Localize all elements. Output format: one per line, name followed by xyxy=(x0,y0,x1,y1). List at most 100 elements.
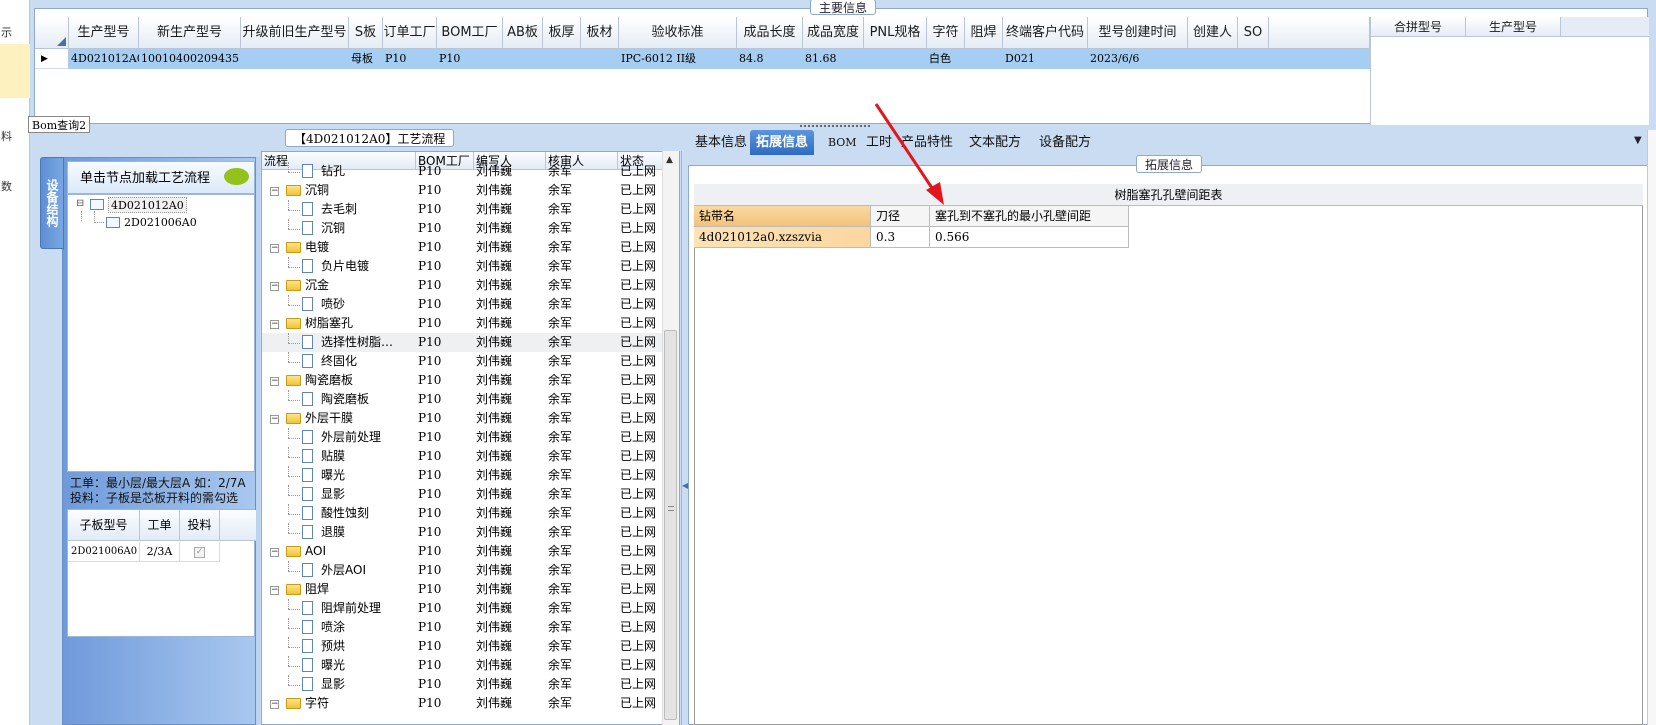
tab-overflow-icon[interactable]: ▼ xyxy=(1634,135,1642,146)
flow-row[interactable]: 曝光 P10 刘伟巍 余军 已上网 xyxy=(262,466,663,485)
main-row-cell[interactable]: D021 xyxy=(1003,49,1088,69)
main-row-cell[interactable] xyxy=(965,49,1003,69)
merge-model-header[interactable]: 合拼型号 xyxy=(1371,17,1466,37)
main-col-header[interactable]: PNL规格 xyxy=(864,17,927,49)
flow-row[interactable]: 喷砂 P10 刘伟巍 余军 已上网 xyxy=(262,295,663,314)
main-row-cell[interactable]: P10 xyxy=(437,49,503,69)
main-col-header[interactable]: 升级前旧生产型号 xyxy=(241,17,349,49)
main-row-cell[interactable] xyxy=(543,49,581,69)
flow-row[interactable]: − 沉铜 P10 刘伟巍 余军 已上网 xyxy=(262,181,663,200)
sub-board-model-cell[interactable]: 2D021006A0 xyxy=(68,542,140,562)
flow-row[interactable]: − 阻焊 P10 刘伟巍 余军 已上网 xyxy=(262,580,663,599)
flow-row[interactable]: − 外层干膜 P10 刘伟巍 余军 已上网 xyxy=(262,409,663,428)
flow-collapse-toggle[interactable]: − xyxy=(270,548,279,557)
flow-row[interactable]: 去毛刺 P10 刘伟巍 余军 已上网 xyxy=(262,200,663,219)
main-col-header[interactable]: SO xyxy=(1238,17,1269,49)
main-col-header[interactable]: 成品宽度 xyxy=(803,17,864,49)
tab-6[interactable]: 设备配方 xyxy=(1033,130,1097,155)
flow-collapse-toggle[interactable]: − xyxy=(270,377,279,386)
main-row-cell[interactable] xyxy=(1188,49,1238,69)
grid-corner[interactable] xyxy=(35,17,69,49)
tab-5[interactable]: 文本配方 xyxy=(963,130,1027,155)
left-splitter[interactable] xyxy=(256,157,260,725)
main-row-cell[interactable]: 4D021012A0 xyxy=(69,49,139,69)
main-row-cell[interactable]: 81.68 xyxy=(803,49,864,69)
flow-row[interactable]: − 树脂塞孔 P10 刘伟巍 余军 已上网 xyxy=(262,314,663,333)
main-row-cell[interactable]: 2023/6/6 xyxy=(1088,49,1188,69)
flow-row[interactable]: 选择性树脂… P10 刘伟巍 余军 已上网 xyxy=(262,333,663,352)
flow-row[interactable]: 退膜 P10 刘伟巍 余军 已上网 xyxy=(262,523,663,542)
main-row-cell[interactable]: 84.8 xyxy=(737,49,803,69)
main-col-header[interactable]: AB板 xyxy=(503,17,543,49)
flow-row[interactable]: 显影 P10 刘伟巍 余军 已上网 xyxy=(262,485,663,504)
main-col-header[interactable]: 板材 xyxy=(581,17,619,49)
device-structure-tab[interactable]: 设备结构 xyxy=(40,157,64,249)
flow-row[interactable]: 预烘 P10 刘伟巍 余军 已上网 xyxy=(262,637,663,656)
main-col-header[interactable]: 成品长度 xyxy=(737,17,803,49)
flow-row[interactable]: 曝光 P10 刘伟巍 余军 已上网 xyxy=(262,656,663,675)
flow-row[interactable]: 钻孔 P10 刘伟巍 余军 已上网 xyxy=(262,162,663,181)
tab-1[interactable]: 拓展信息 xyxy=(750,130,815,155)
flow-collapse-toggle[interactable]: − xyxy=(270,320,279,329)
flow-row[interactable]: 负片电镀 P10 刘伟巍 余军 已上网 xyxy=(262,257,663,276)
flow-row[interactable]: 显影 P10 刘伟巍 余军 已上网 xyxy=(262,675,663,694)
order-cell[interactable]: 2/3A xyxy=(140,542,180,562)
main-col-header[interactable]: 新生产型号 xyxy=(139,17,241,49)
flow-row[interactable]: 终固化 P10 刘伟巍 余军 已上网 xyxy=(262,352,663,371)
flow-row[interactable]: 酸性蚀刻 P10 刘伟巍 余军 已上网 xyxy=(262,504,663,523)
main-col-header[interactable]: 阻焊 xyxy=(965,17,1003,49)
tab-0[interactable]: 基本信息 xyxy=(689,130,753,155)
main-col-header[interactable]: 创建人 xyxy=(1188,17,1238,49)
flow-row[interactable]: − AOI P10 刘伟巍 余军 已上网 xyxy=(262,542,663,561)
sub-board-model-header[interactable]: 子板型号 xyxy=(68,510,140,541)
drill-header-tool[interactable]: 刀径 xyxy=(871,206,930,227)
main-row-cell[interactable]: 母板 xyxy=(349,49,383,69)
merge-production-model-header[interactable]: 生产型号 xyxy=(1466,17,1561,37)
feed-checkbox[interactable]: ✓ xyxy=(194,547,205,558)
feed-header[interactable]: 投料 xyxy=(180,510,220,541)
scroll-up-icon[interactable]: ▲ xyxy=(666,155,673,165)
drill-cell-tool[interactable]: 0.3 xyxy=(871,227,930,248)
flow-row[interactable]: − 陶瓷磨板 P10 刘伟巍 余军 已上网 xyxy=(262,371,663,390)
flow-collapse-toggle[interactable]: − xyxy=(270,282,279,291)
drill-cell-spacing[interactable]: 0.566 xyxy=(930,227,1129,248)
flow-row[interactable]: 喷涂 P10 刘伟巍 余军 已上网 xyxy=(262,618,663,637)
flow-collapse-toggle[interactable]: − xyxy=(270,415,279,424)
main-row-cell[interactable] xyxy=(241,49,349,69)
flow-row[interactable]: 陶瓷磨板 P10 刘伟巍 余军 已上网 xyxy=(262,390,663,409)
main-col-header[interactable]: BOM工厂 xyxy=(437,17,503,49)
flow-row[interactable]: 沉铜 P10 刘伟巍 余军 已上网 xyxy=(262,219,663,238)
middle-splitter[interactable]: ◀ xyxy=(681,151,688,725)
order-header[interactable]: 工单 xyxy=(140,510,180,541)
flow-scroll-thumb[interactable] xyxy=(664,330,677,720)
main-col-header[interactable]: 订单工厂 xyxy=(383,17,437,49)
flow-collapse-toggle[interactable]: − xyxy=(270,244,279,253)
flow-row[interactable]: − 字符 P10 刘伟巍 余军 已上网 xyxy=(262,694,663,713)
flow-row[interactable]: 贴膜 P10 刘伟巍 余军 已上网 xyxy=(262,447,663,466)
drill-header-spacing[interactable]: 塞孔到不塞孔的最小孔壁间距 xyxy=(930,206,1129,227)
flow-row[interactable]: − 电镀 P10 刘伟巍 余军 已上网 xyxy=(262,238,663,257)
bom-query-tag[interactable]: Bom查询2 xyxy=(28,116,91,133)
flow-row[interactable]: 阻焊前处理 P10 刘伟巍 余军 已上网 xyxy=(262,599,663,618)
left-nav-selected-item[interactable] xyxy=(0,44,30,98)
main-row-cell[interactable] xyxy=(1238,49,1269,69)
main-row-cell[interactable]: IPC-6012 II级 xyxy=(619,49,737,69)
main-row-cell[interactable]: P10 xyxy=(383,49,437,69)
main-row-cell[interactable] xyxy=(864,49,927,69)
main-col-header[interactable]: 终端客户代码 xyxy=(1003,17,1088,49)
main-row-cell[interactable]: 10010400209435 xyxy=(139,49,241,69)
right-scroll-edge[interactable] xyxy=(1647,130,1656,725)
flow-collapse-toggle[interactable]: − xyxy=(270,187,279,196)
flow-row[interactable]: 外层AOI P10 刘伟巍 余军 已上网 xyxy=(262,561,663,580)
main-col-header[interactable]: 字符 xyxy=(927,17,965,49)
main-row-cell[interactable] xyxy=(503,49,543,69)
main-row-cell[interactable] xyxy=(581,49,619,69)
tree-node-root[interactable]: 4D021012A0 xyxy=(108,197,187,213)
main-col-header[interactable]: 型号创建时间 xyxy=(1088,17,1188,49)
main-col-header[interactable]: S板 xyxy=(349,17,383,49)
flow-collapse-toggle[interactable]: − xyxy=(270,700,279,709)
drill-cell-tape[interactable]: 4d021012a0.xzszvia xyxy=(694,227,871,248)
main-row-cell[interactable]: 白色 xyxy=(927,49,965,69)
tab-2[interactable]: BOM xyxy=(822,130,863,155)
tree-collapse-toggle[interactable]: ⊟ xyxy=(76,196,86,212)
